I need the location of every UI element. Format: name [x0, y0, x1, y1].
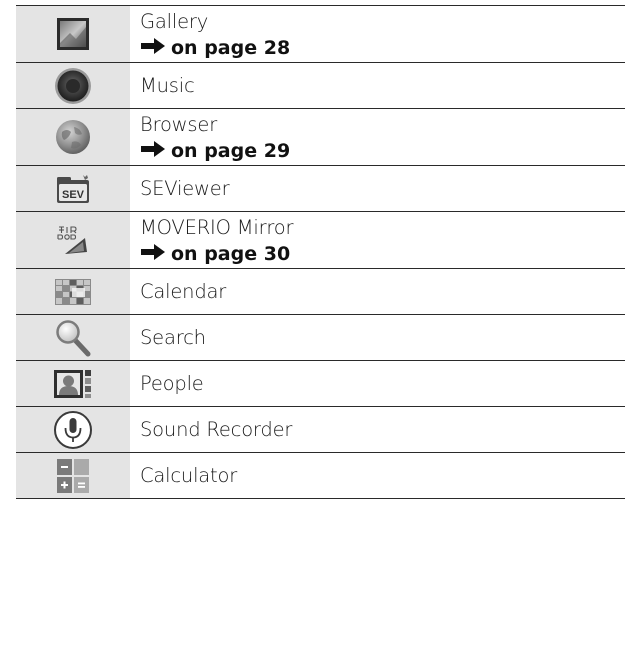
- gallery-icon: [56, 17, 90, 51]
- app-name: Search: [140, 326, 206, 349]
- page-reference-text: on page 28: [171, 36, 291, 59]
- table-row: Gallery on page 28: [16, 6, 625, 63]
- table-row: Music: [16, 63, 625, 109]
- arrow-right-icon: [140, 241, 166, 267]
- table-row: Calendar: [16, 269, 625, 315]
- icon-cell: [16, 407, 130, 452]
- icon-cell: [16, 453, 130, 498]
- text-cell: Gallery on page 28: [130, 6, 625, 62]
- text-cell: Search: [130, 315, 625, 360]
- icon-cell: [16, 6, 130, 62]
- icon-cell: [16, 269, 130, 314]
- app-name: MOVERIO Mirror: [140, 215, 294, 239]
- app-name: Music: [140, 74, 195, 97]
- icon-cell: [16, 109, 130, 165]
- table-row: MOVERIO Mirror on page 30: [16, 212, 625, 269]
- app-list-table: Gallery on page 28 Music Browser on page…: [16, 5, 625, 499]
- app-name: Gallery: [140, 9, 209, 33]
- seviewer-icon: SEV: [56, 174, 90, 204]
- icon-cell: [16, 361, 130, 406]
- search-icon: [55, 319, 91, 357]
- text-cell: Sound Recorder: [130, 407, 625, 452]
- seviewer-icon-text: SEV: [62, 189, 85, 201]
- page-reference-link[interactable]: on page 30: [140, 241, 625, 267]
- table-row: Sound Recorder: [16, 407, 625, 453]
- calendar-icon: [55, 278, 91, 305]
- table-row: SEV SEViewer: [16, 166, 625, 212]
- text-cell: Browser on page 29: [130, 109, 625, 165]
- arrow-right-icon: [140, 35, 166, 61]
- page-reference-text: on page 30: [171, 242, 291, 265]
- app-name: Browser: [140, 112, 218, 136]
- icon-cell: [16, 63, 130, 108]
- icon-cell: SEV: [16, 166, 130, 211]
- text-cell: MOVERIO Mirror on page 30: [130, 212, 625, 268]
- people-icon: [54, 368, 92, 400]
- microphone-icon: [53, 410, 93, 450]
- text-cell: Calculator: [130, 453, 625, 498]
- table-row: Calculator: [16, 453, 625, 499]
- browser-icon: [54, 118, 92, 156]
- app-name: SEViewer: [140, 177, 230, 200]
- page-reference-link[interactable]: on page 29: [140, 138, 625, 164]
- app-name: Calendar: [140, 280, 227, 303]
- app-name: Calculator: [140, 464, 238, 487]
- page-reference-text: on page 29: [171, 139, 291, 162]
- calculator-icon: [57, 458, 89, 493]
- icon-cell: [16, 212, 130, 268]
- music-icon: [54, 67, 92, 105]
- text-cell: SEViewer: [130, 166, 625, 211]
- table-row: People: [16, 361, 625, 407]
- app-name: Sound Recorder: [140, 418, 293, 441]
- text-cell: Calendar: [130, 269, 625, 314]
- text-cell: People: [130, 361, 625, 406]
- arrow-right-icon: [140, 138, 166, 164]
- icon-cell: [16, 315, 130, 360]
- page-reference-link[interactable]: on page 28: [140, 35, 625, 61]
- moverio-mirror-icon: [55, 224, 91, 256]
- table-row: Search: [16, 315, 625, 361]
- text-cell: Music: [130, 63, 625, 108]
- app-name: People: [140, 372, 204, 395]
- table-row: Browser on page 29: [16, 109, 625, 166]
